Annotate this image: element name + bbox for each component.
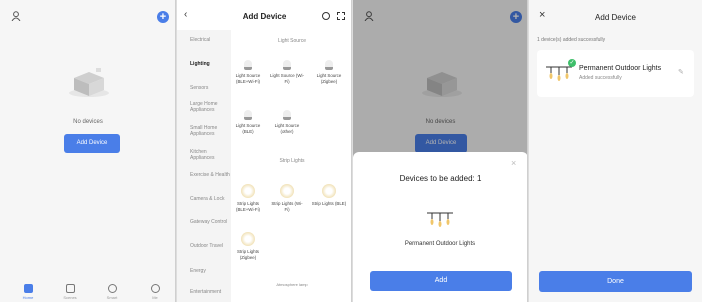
strip-light-item[interactable]: Strip Lights (BLE) <box>311 184 347 207</box>
sheet-title: Devices to be added: 1 <box>399 174 482 183</box>
home-screen: + No devices Add Device Home Scenes Smar… <box>0 0 176 302</box>
empty-box-icon <box>69 68 109 97</box>
category-item[interactable]: Kitchen Appliances <box>190 149 230 161</box>
light-source-item[interactable]: Light Source (Wi-Fi) <box>269 60 305 84</box>
bulb-icon <box>325 60 333 70</box>
add-button[interactable]: Add <box>370 271 512 291</box>
strip-light-item[interactable]: Strip Lights (BLE+Wi-Fi) <box>230 184 266 212</box>
category-item[interactable]: Sensors <box>190 85 230 91</box>
category-item[interactable]: Entertainment <box>190 289 230 295</box>
light-source-item[interactable]: Light Source (Zigbee) <box>311 60 347 84</box>
tab-me[interactable]: Me <box>140 284 170 300</box>
category-item[interactable]: Camera & Lock <box>190 196 230 202</box>
add-device-plus-icon[interactable]: + <box>157 11 169 23</box>
device-card[interactable]: ✓ Permanent Outdoor Lights Added success… <box>537 50 694 97</box>
section-atmosphere-lamp: Atmosphere lamp <box>276 282 308 287</box>
add-device-button[interactable]: Add Device <box>64 134 120 153</box>
empty-text: No devices <box>73 119 103 125</box>
check-icon: ✓ <box>568 59 576 67</box>
device-added-screen: × Add Device 1 device(s) added successfu… <box>529 0 702 302</box>
page-title: Add Device <box>595 13 636 22</box>
category-sidebar <box>177 30 231 302</box>
success-count: 1 device(s) added successfully <box>537 37 606 43</box>
light-source-item[interactable]: Light Source (BLE+Wi-Fi) <box>230 60 266 84</box>
device-name: Permanent Outdoor Lights <box>579 65 662 72</box>
edit-icon[interactable]: ✎ <box>678 68 684 76</box>
qr-scan-icon[interactable] <box>337 12 345 20</box>
light-source-item[interactable]: Light Source (BLE) <box>230 110 266 134</box>
bulb-icon <box>244 60 252 70</box>
outdoor-lights-icon <box>546 66 572 81</box>
tab-scenes[interactable]: Scenes <box>55 284 85 300</box>
light-source-item[interactable]: Light Source (other) <box>269 110 305 134</box>
me-icon <box>150 284 160 293</box>
devices-to-add-screen: + No devices Add Device × Devices to be … <box>353 0 528 302</box>
done-button[interactable]: Done <box>539 271 692 292</box>
category-item[interactable]: Large Home Appliances <box>190 101 230 113</box>
home-icon <box>23 284 33 293</box>
user-icon[interactable] <box>11 11 21 21</box>
bulb-icon <box>283 60 291 70</box>
strip-light-icon <box>241 184 255 198</box>
strip-light-icon <box>241 232 255 246</box>
wifi-scan-icon[interactable] <box>322 12 330 20</box>
bulb-icon <box>283 110 291 120</box>
scenes-icon <box>65 284 75 293</box>
category-item[interactable]: Exercise & Health <box>190 172 230 178</box>
tab-home[interactable]: Home <box>13 284 43 300</box>
strip-light-item[interactable]: Strip Lights (Zigbee) <box>230 232 266 260</box>
device-status: Added successfully <box>579 75 622 81</box>
devices-bottom-sheet: × Devices to be added: 1 Permanent Outdo… <box>353 152 527 302</box>
section-light-source: Light Source <box>277 38 307 44</box>
category-item[interactable]: Electrical <box>190 37 230 43</box>
section-strip-lights: Strip Lights <box>279 158 305 164</box>
category-item[interactable]: Outdoor Travel <box>190 243 230 249</box>
category-item-selected[interactable]: Lighting <box>190 61 230 67</box>
strip-light-icon <box>280 184 294 198</box>
add-device-screen: ‹ Add Device Electrical Lighting Sensors… <box>177 0 352 302</box>
category-item[interactable]: Gateway Control <box>190 219 230 225</box>
bulb-icon <box>244 110 252 120</box>
strip-light-icon <box>322 184 336 198</box>
smart-icon <box>107 284 117 293</box>
strip-light-item[interactable]: Strip Lights (Wi-Fi) <box>269 184 305 212</box>
outdoor-lights-icon <box>427 212 453 227</box>
device-name: Permanent Outdoor Lights <box>404 241 476 247</box>
category-item[interactable]: Small Home Appliances <box>190 125 230 137</box>
tab-smart[interactable]: Smart <box>97 284 127 300</box>
close-icon[interactable]: × <box>511 158 516 168</box>
category-item[interactable]: Energy <box>190 268 230 274</box>
